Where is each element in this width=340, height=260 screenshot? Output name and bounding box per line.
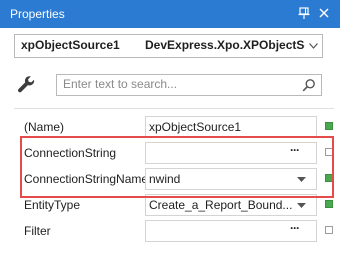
modified-marker [325, 122, 333, 130]
property-editor-name[interactable]: xpObjectSource1 [145, 116, 317, 138]
chevron-down-icon[interactable] [309, 43, 318, 49]
highlight-box [20, 136, 334, 198]
grid-top-divider [14, 108, 334, 109]
ellipsis-button[interactable]: ··· [290, 221, 300, 235]
selected-object-type: DevExpress.Xpo.XPObjectSo... [145, 38, 305, 52]
panel-title: Properties [10, 7, 65, 21]
close-icon[interactable] [316, 5, 332, 21]
property-value: Create_a_Report_Bound... [149, 198, 293, 212]
property-value: xpObjectSource1 [149, 120, 242, 134]
selected-object-name: xpObjectSource1 [21, 38, 120, 52]
search-field[interactable] [56, 74, 322, 96]
property-label: EntityType [24, 198, 81, 212]
modified-marker [325, 200, 333, 208]
search-input[interactable] [57, 75, 303, 93]
object-selector[interactable]: xpObjectSource1 DevExpress.Xpo.XPObjectS… [14, 34, 323, 58]
chevron-down-icon[interactable] [297, 203, 306, 208]
property-label: (Name) [24, 120, 65, 134]
wrench-icon[interactable] [16, 74, 36, 94]
torn-edge [0, 244, 340, 260]
properties-panel: Properties xpObjectSource1 DevExpress.Xp… [0, 0, 340, 260]
default-marker [325, 226, 333, 234]
pin-icon[interactable] [296, 5, 312, 21]
search-icon[interactable] [302, 78, 316, 92]
panel-titlebar: Properties [0, 0, 340, 28]
